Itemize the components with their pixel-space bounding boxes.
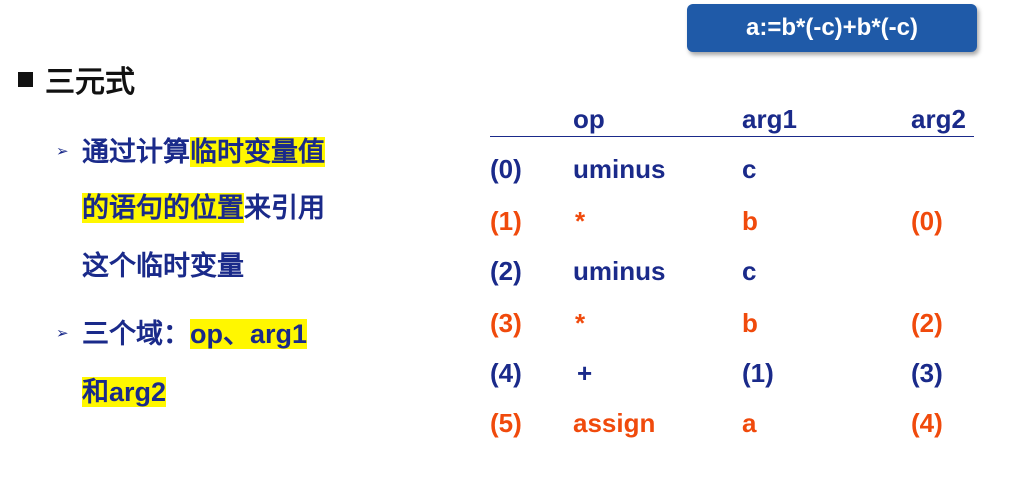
bullet-1-text-b: 来引用: [244, 193, 325, 223]
row-4-index: (4): [490, 358, 522, 388]
bullet-2-highlight-b: 和arg2: [82, 377, 167, 407]
section-heading: 三元式: [18, 55, 135, 103]
row-0-op: uminus: [573, 154, 666, 184]
row-1-arg1: b: [742, 206, 758, 236]
bullet-2-line-1: 三个域：op、arg1: [82, 312, 308, 351]
row-0-index: (0): [490, 154, 522, 184]
row-2-arg1: c: [742, 256, 757, 286]
header-arg1: arg1: [742, 104, 797, 134]
bullet-1-text-c: 这个临时变量: [82, 251, 244, 281]
row-1-index: (1): [490, 206, 522, 236]
row-4-arg2: (3): [911, 358, 943, 388]
header-arg2: arg2: [911, 104, 966, 134]
arrow-bullet-icon: ➢: [56, 143, 69, 160]
row-1-arg2: (0): [911, 206, 943, 236]
square-bullet-icon: [18, 71, 33, 87]
row-0-arg1: c: [742, 154, 757, 184]
row-5-op: assign: [573, 408, 656, 438]
row-3-arg1: b: [742, 308, 758, 338]
bullet-1-line-2: 的语句的位置来引用: [82, 186, 325, 225]
bullet-1-line-1: 通过计算临时变量值: [82, 130, 325, 169]
row-2-op: uminus: [573, 256, 666, 286]
row-3-op: *: [575, 308, 586, 338]
bullet-2-line-2: 和arg2: [82, 370, 167, 409]
bullet-1-line-3: 这个临时变量: [82, 244, 244, 283]
expression-title-box: a:=b*(-c)+b*(-c): [687, 4, 977, 52]
row-1-op: *: [575, 206, 586, 236]
row-3-arg2: (2): [911, 308, 943, 338]
bullet-2-text-a: 三个域：: [82, 319, 190, 349]
row-4-arg1: (1): [742, 358, 774, 388]
bullet-1-highlight-b: 的语句的位置: [82, 193, 244, 223]
row-5-arg1: a: [742, 408, 757, 438]
row-3-index: (3): [490, 308, 522, 338]
bullet-1-highlight-a: 临时变量值: [190, 137, 325, 167]
bullet-2-highlight-a: op、arg1: [190, 319, 308, 349]
row-5-arg2: (4): [911, 408, 943, 438]
row-4-op: +: [577, 358, 593, 388]
row-5-index: (5): [490, 408, 522, 438]
arrow-bullet-icon: ➢: [56, 325, 69, 342]
header-op: op: [573, 104, 605, 134]
heading-text: 三元式: [45, 66, 135, 99]
row-2-index: (2): [490, 256, 522, 286]
header-underline: [490, 136, 974, 137]
expression-text: a:=b*(-c)+b*(-c): [745, 14, 919, 41]
bullet-1-text-a: 通过计算: [82, 137, 190, 167]
